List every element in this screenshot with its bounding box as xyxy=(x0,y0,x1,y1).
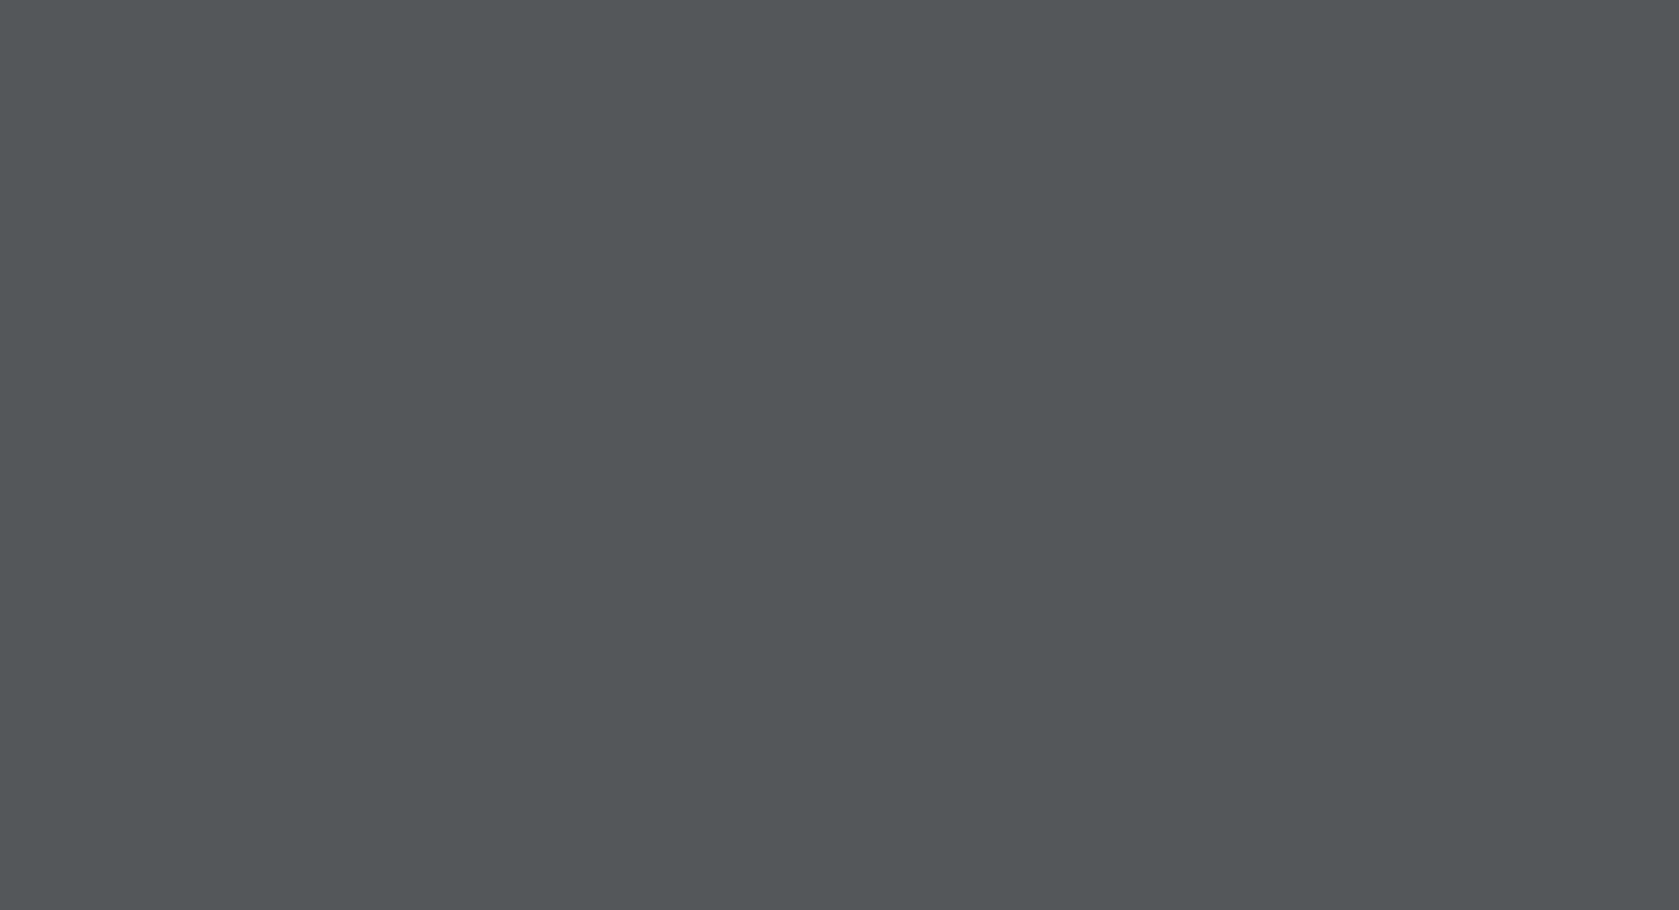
modo-window xyxy=(0,0,1679,910)
